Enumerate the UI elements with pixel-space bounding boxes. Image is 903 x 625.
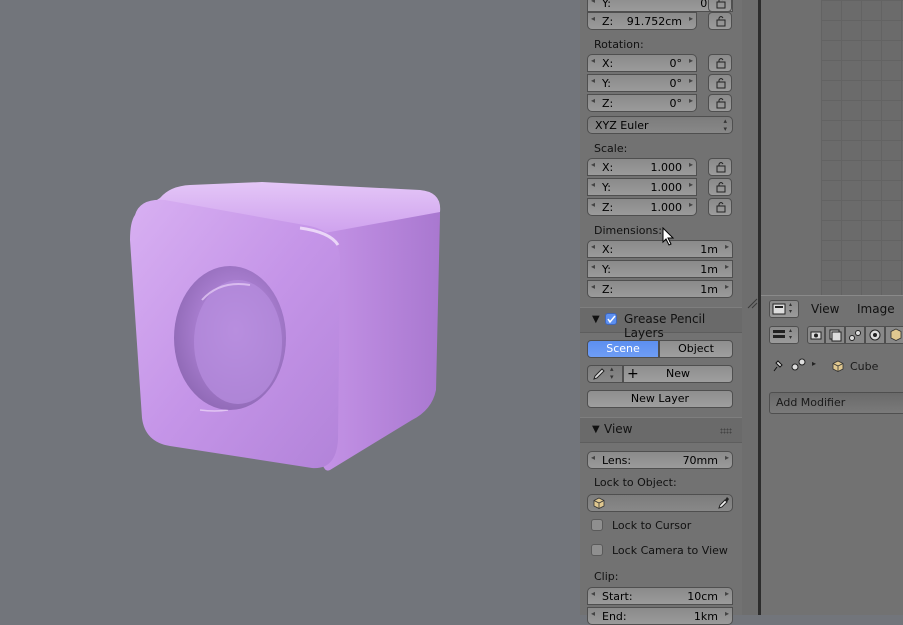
rotation-mode-dropdown[interactable]: XYZ Euler ▴ ▾ xyxy=(587,116,733,134)
location-z-field[interactable]: ◂ Z: 91.752cm ▸ xyxy=(587,12,697,30)
lock-to-cursor-checkbox[interactable] xyxy=(591,519,603,531)
rounded-cube-object[interactable] xyxy=(0,0,580,615)
updown-arrows-icon: ▴ ▾ xyxy=(610,365,614,381)
scene-tab-icon[interactable] xyxy=(845,326,865,344)
lock-camera-to-view-label: Lock Camera to View xyxy=(612,544,728,557)
new-layer-button[interactable]: New Layer xyxy=(587,390,733,408)
dimensions-y-field[interactable]: ◂ Y: 1m ▸ xyxy=(587,260,733,278)
view-panel-header[interactable]: ▼ View xyxy=(580,417,742,443)
image-editor-area[interactable] xyxy=(761,0,903,295)
scale-heading: Scale: xyxy=(594,142,628,155)
pin-icon[interactable] xyxy=(771,359,785,373)
location-y-lock-icon[interactable] xyxy=(708,0,732,12)
lock-to-object-label: Lock to Object: xyxy=(594,476,677,489)
scale-y-lock-icon[interactable] xyxy=(708,178,732,196)
render-layers-tab-icon[interactable] xyxy=(825,326,845,344)
breadcrumb-arrow-icon: ▸ xyxy=(812,359,817,368)
editor-type-button[interactable]: ▴ ▾ xyxy=(769,300,799,318)
rotation-x-field[interactable]: ◂ X: 0° ▸ xyxy=(587,54,697,72)
properties-editor-type-button[interactable]: ▴ ▾ xyxy=(769,326,799,344)
properties-icon xyxy=(773,330,785,338)
object-hierarchy-icon xyxy=(791,358,806,371)
mouse-cursor-icon xyxy=(662,227,675,246)
lock-object-field[interactable] xyxy=(587,494,733,512)
grease-pencil-panel-header[interactable]: ▼ Grease Pencil Layers xyxy=(580,307,742,340)
dimensions-x-field[interactable]: ◂ X: 1m ▸ xyxy=(587,240,733,258)
object-tab-icon[interactable] xyxy=(885,326,903,344)
updown-arrows-icon: ▴ ▾ xyxy=(789,301,793,315)
pencil-datablock-selector[interactable]: ▴ ▾ xyxy=(587,365,623,383)
lock-camera-to-view-checkbox[interactable] xyxy=(591,544,603,556)
collapse-triangle-icon[interactable]: ▼ xyxy=(592,424,600,435)
rotation-z-lock-icon[interactable] xyxy=(708,94,732,112)
rotation-y-field[interactable]: ◂ Y: 0° ▸ xyxy=(587,74,697,92)
lock-to-cursor-label: Lock to Cursor xyxy=(612,519,692,532)
tab-scene[interactable]: Scene xyxy=(587,340,659,358)
scale-z-field[interactable]: ◂ Z: 1.000 ▸ xyxy=(587,198,697,216)
tab-object[interactable]: Object xyxy=(659,340,733,358)
scale-x-lock-icon[interactable] xyxy=(708,158,732,176)
object-name: Cube xyxy=(850,360,879,373)
drag-grip-icon[interactable] xyxy=(720,428,732,434)
scale-z-lock-icon[interactable] xyxy=(708,198,732,216)
cube-object-icon xyxy=(593,497,605,509)
render-tab-icon[interactable] xyxy=(807,326,825,344)
menu-view[interactable]: View xyxy=(811,302,839,316)
rotation-heading: Rotation: xyxy=(594,38,644,51)
view-panel-title: View xyxy=(604,422,633,436)
dimensions-heading: Dimensions: xyxy=(594,224,662,237)
cube-object-icon xyxy=(832,360,844,372)
location-z-lock-icon[interactable] xyxy=(708,12,732,30)
menu-image[interactable]: Image xyxy=(857,302,895,316)
rotation-y-lock-icon[interactable] xyxy=(708,74,732,92)
rotation-x-lock-icon[interactable] xyxy=(708,54,732,72)
dimensions-z-field[interactable]: ◂ Z: 1m ▸ xyxy=(587,280,733,298)
add-modifier-dropdown[interactable]: Add Modifier xyxy=(769,392,903,414)
clip-end-field[interactable]: ◂ End: 1km ▸ xyxy=(587,607,733,625)
image-editor-icon xyxy=(772,303,786,315)
3d-viewport[interactable] xyxy=(0,0,580,615)
rotation-z-field[interactable]: ◂ Z: 0° ▸ xyxy=(587,94,697,112)
grease-pencil-checkbox[interactable] xyxy=(605,313,617,325)
updown-arrows-icon: ▴ ▾ xyxy=(723,117,727,133)
new-grease-pencil-button[interactable]: + New xyxy=(623,365,733,383)
area-corner-handle-icon[interactable] xyxy=(746,297,758,309)
properties-editor: ▴ ▾ ▸ Cube Add Modifier xyxy=(761,322,903,615)
image-editor-grid xyxy=(821,0,903,295)
pencil-icon xyxy=(593,368,605,380)
collapse-triangle-icon[interactable]: ▼ xyxy=(592,314,600,325)
clip-start-field[interactable]: ◂ Start: 10cm ▸ xyxy=(587,587,733,605)
scale-x-field[interactable]: ◂ X: 1.000 ▸ xyxy=(587,158,697,176)
clip-heading: Clip: xyxy=(594,570,619,583)
updown-arrows-icon: ▴ ▾ xyxy=(789,327,793,341)
image-editor-header: ▴ ▾ View Image xyxy=(761,295,903,323)
eyedropper-icon[interactable] xyxy=(717,496,729,510)
scale-y-field[interactable]: ◂ Y: 1.000 ▸ xyxy=(587,178,697,196)
plus-icon: + xyxy=(627,366,639,382)
world-tab-icon[interactable] xyxy=(865,326,885,344)
lens-field[interactable]: ◂ Lens: 70mm ▸ xyxy=(587,451,733,469)
properties-context-tabs xyxy=(807,326,903,344)
grease-pencil-title: Grease Pencil Layers xyxy=(624,312,706,340)
